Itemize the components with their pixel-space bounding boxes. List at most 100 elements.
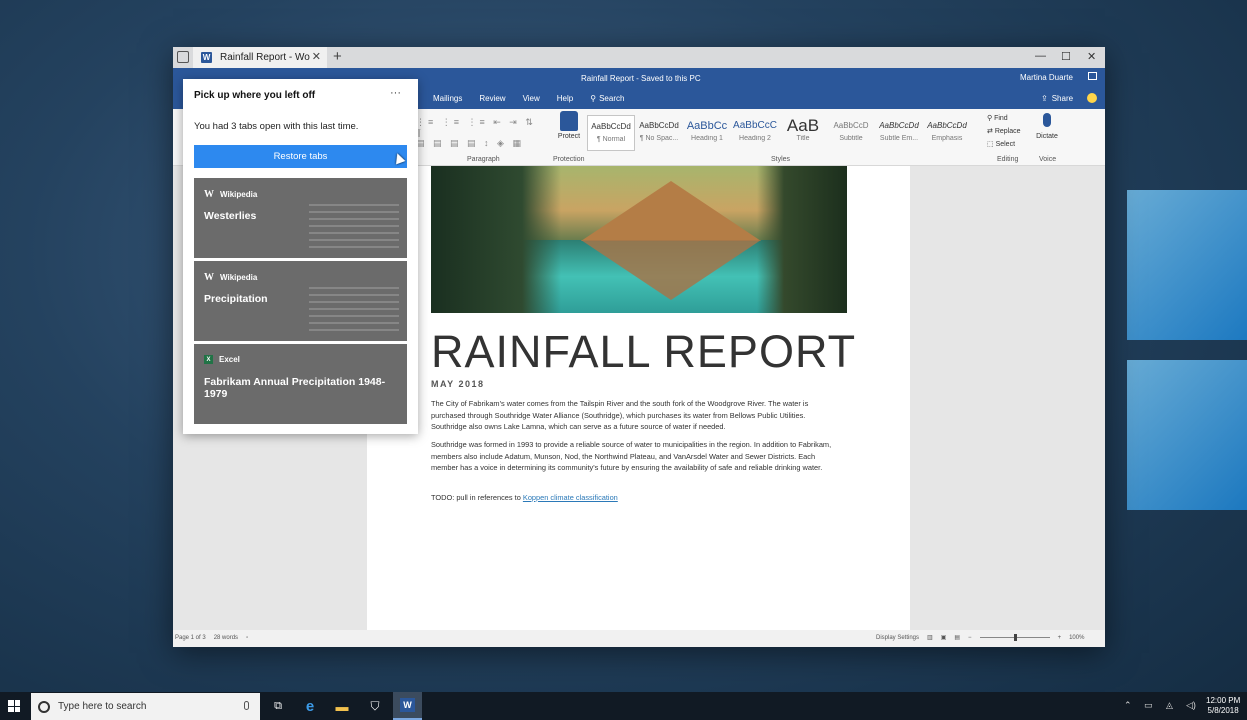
- close-button[interactable]: ✕: [1087, 50, 1096, 63]
- word-icon: W: [201, 52, 212, 63]
- card-source: Wikipedia: [220, 190, 258, 199]
- style-title[interactable]: AaB Title: [779, 115, 827, 151]
- wikipedia-icon: W: [204, 189, 214, 200]
- search-label: Search: [599, 94, 625, 103]
- tab-rainfall-report[interactable]: W Rainfall Report - Wo ✕: [193, 47, 327, 68]
- web-layout-icon[interactable]: ▤: [954, 634, 960, 641]
- style-no-spacing[interactable]: AaBbCcDd ¶ No Spac...: [635, 115, 683, 151]
- clock-time: 12:00 PM: [1206, 696, 1241, 705]
- style-emphasis[interactable]: AaBbCcDd Emphasis: [923, 115, 971, 151]
- replace-icon: ⇄: [987, 128, 995, 135]
- tab-view[interactable]: View: [523, 94, 540, 103]
- document-date: MAY 2018: [431, 379, 485, 389]
- zoom-slider[interactable]: [979, 634, 1050, 641]
- style-name: ¶ Normal: [596, 136, 626, 143]
- protect-button[interactable]: Protect: [554, 111, 584, 140]
- document-page[interactable]: RAINFALL REPORT MAY 2018 The City of Fab…: [367, 166, 910, 630]
- taskbar-clock[interactable]: 12:00 PM 5/8/2018: [1206, 696, 1240, 716]
- paragraph-1: The City of Fabrikam's water comes from …: [431, 399, 809, 431]
- taskbar-search-box[interactable]: Type here to search: [31, 693, 260, 720]
- replace-button[interactable]: ⇄ Replace: [987, 125, 1021, 138]
- tab-mailings[interactable]: Mailings: [433, 94, 462, 103]
- word-icon: W: [400, 698, 415, 712]
- replace-label: Replace: [994, 128, 1021, 135]
- select-icon: ⬚: [987, 141, 996, 148]
- page-count[interactable]: Page 1 of 3: [175, 635, 206, 641]
- new-tab-button[interactable]: +: [333, 48, 342, 65]
- editing-group-label: Editing: [997, 156, 1019, 163]
- clock-date: 5/8/2018: [1207, 706, 1239, 715]
- style-preview: AaBbCcDd: [927, 121, 967, 130]
- zoom-out-icon[interactable]: −: [968, 635, 972, 641]
- style-name: Title: [796, 135, 810, 142]
- word-taskbar-button[interactable]: W: [393, 692, 422, 720]
- paragraph-tools-icons[interactable]: ⋮≡ ⋮≡ ⋮≡ ⇤ ⇥ ⇅ ¶ ▤ ▤ ▤ ▤ ↕ ◈ ▦: [416, 117, 546, 148]
- zoom-in-icon[interactable]: +: [1058, 635, 1062, 641]
- tab-help[interactable]: Help: [557, 94, 573, 103]
- maximize-button[interactable]: ☐: [1061, 50, 1071, 63]
- task-view-icon[interactable]: ⧉: [270, 698, 286, 714]
- start-button[interactable]: [8, 700, 20, 712]
- file-explorer-icon[interactable]: ▬: [334, 698, 350, 714]
- style-preview: AaBbCcDd: [591, 122, 631, 131]
- style-heading-2[interactable]: AaBbCcC Heading 2: [731, 115, 779, 151]
- style-name: Heading 1: [691, 135, 723, 142]
- koppen-link[interactable]: Koppen climate classification: [523, 493, 618, 502]
- card-title: Fabrikam Annual Precipitation 1948-1979: [204, 376, 386, 400]
- zoom-level[interactable]: 100%: [1069, 635, 1084, 641]
- select-button[interactable]: ⬚ Select: [987, 138, 1021, 151]
- battery-icon[interactable]: ▭: [1144, 700, 1153, 711]
- document-heading: RAINFALL REPORT: [431, 326, 857, 377]
- display-settings-button[interactable]: Display Settings: [876, 635, 919, 641]
- dictate-label: Dictate: [1036, 133, 1058, 140]
- browser-tab-bar: W Rainfall Report - Wo ✕ + — ☐ ✕: [173, 47, 1105, 68]
- paragraph-group-label: Paragraph: [467, 156, 500, 163]
- word-count[interactable]: 28 words: [214, 635, 238, 641]
- ribbon-display-icon[interactable]: [1088, 72, 1097, 80]
- wikipedia-icon: W: [204, 272, 214, 283]
- style-name: Subtitle: [839, 135, 863, 142]
- zoom-slider-thumb[interactable]: [1013, 634, 1017, 641]
- more-options-icon[interactable]: ···: [390, 87, 401, 99]
- cortana-icon: [38, 700, 50, 713]
- microphone-icon[interactable]: [244, 701, 249, 710]
- style-name: ¶ No Spac...: [639, 135, 679, 142]
- show-hidden-icons[interactable]: ⌃: [1124, 700, 1132, 711]
- lake-mountain-photo: [431, 166, 847, 313]
- read-mode-icon[interactable]: ▥: [927, 634, 933, 641]
- close-tab-icon[interactable]: ✕: [312, 50, 321, 63]
- tab-list-icon[interactable]: [177, 51, 189, 63]
- print-layout-icon[interactable]: ▣: [941, 634, 947, 641]
- restore-card-fabrikam[interactable]: X Excel Fabrikam Annual Precipitation 194…: [194, 344, 407, 424]
- style-normal[interactable]: AaBbCcDd ¶ Normal: [587, 115, 635, 151]
- share-icon: ⇪: [1041, 94, 1048, 103]
- todo-text: TODO: pull in references to: [431, 493, 521, 502]
- user-name[interactable]: Martina Duarte: [1020, 73, 1073, 82]
- restore-card-precipitation[interactable]: W Wikipedia Precipitation: [194, 261, 407, 341]
- tell-me-search[interactable]: ⚲ Search: [590, 94, 624, 103]
- feedback-smiley-icon[interactable]: [1087, 93, 1097, 103]
- store-icon[interactable]: ⛉: [367, 698, 383, 714]
- card-title: Precipitation: [204, 293, 268, 305]
- style-heading-1[interactable]: AaBbCc Heading 1: [683, 115, 731, 151]
- style-preview: AaBbCcDd: [879, 121, 919, 130]
- network-icon[interactable]: ◬: [1166, 700, 1173, 711]
- share-label: Share: [1051, 94, 1074, 103]
- restore-card-westerlies[interactable]: W Wikipedia Westerlies: [194, 178, 407, 258]
- minimize-button[interactable]: —: [1035, 50, 1046, 62]
- share-button[interactable]: ⇪ Share: [1041, 94, 1073, 103]
- card-title: Westerlies: [204, 210, 257, 222]
- edge-icon[interactable]: e: [302, 698, 318, 715]
- style-name: Emphasis: [931, 135, 963, 142]
- volume-icon[interactable]: ◁): [1186, 700, 1196, 711]
- restore-tabs-button[interactable]: Restore tabs: [194, 145, 407, 168]
- proofing-icon[interactable]: ▫: [246, 635, 248, 641]
- find-button[interactable]: ⚲ Find: [987, 112, 1021, 125]
- tab-review[interactable]: Review: [479, 94, 505, 103]
- style-preview: AaBbCc: [686, 120, 728, 132]
- style-subtle-emphasis[interactable]: AaBbCcDd Subtle Em...: [875, 115, 923, 151]
- popup-message: You had 3 tabs open with this last time.: [194, 121, 359, 132]
- microphone-icon: [1043, 113, 1051, 127]
- style-subtitle[interactable]: AaBbCcD Subtitle: [827, 115, 875, 151]
- dictate-button[interactable]: Dictate: [1031, 113, 1063, 140]
